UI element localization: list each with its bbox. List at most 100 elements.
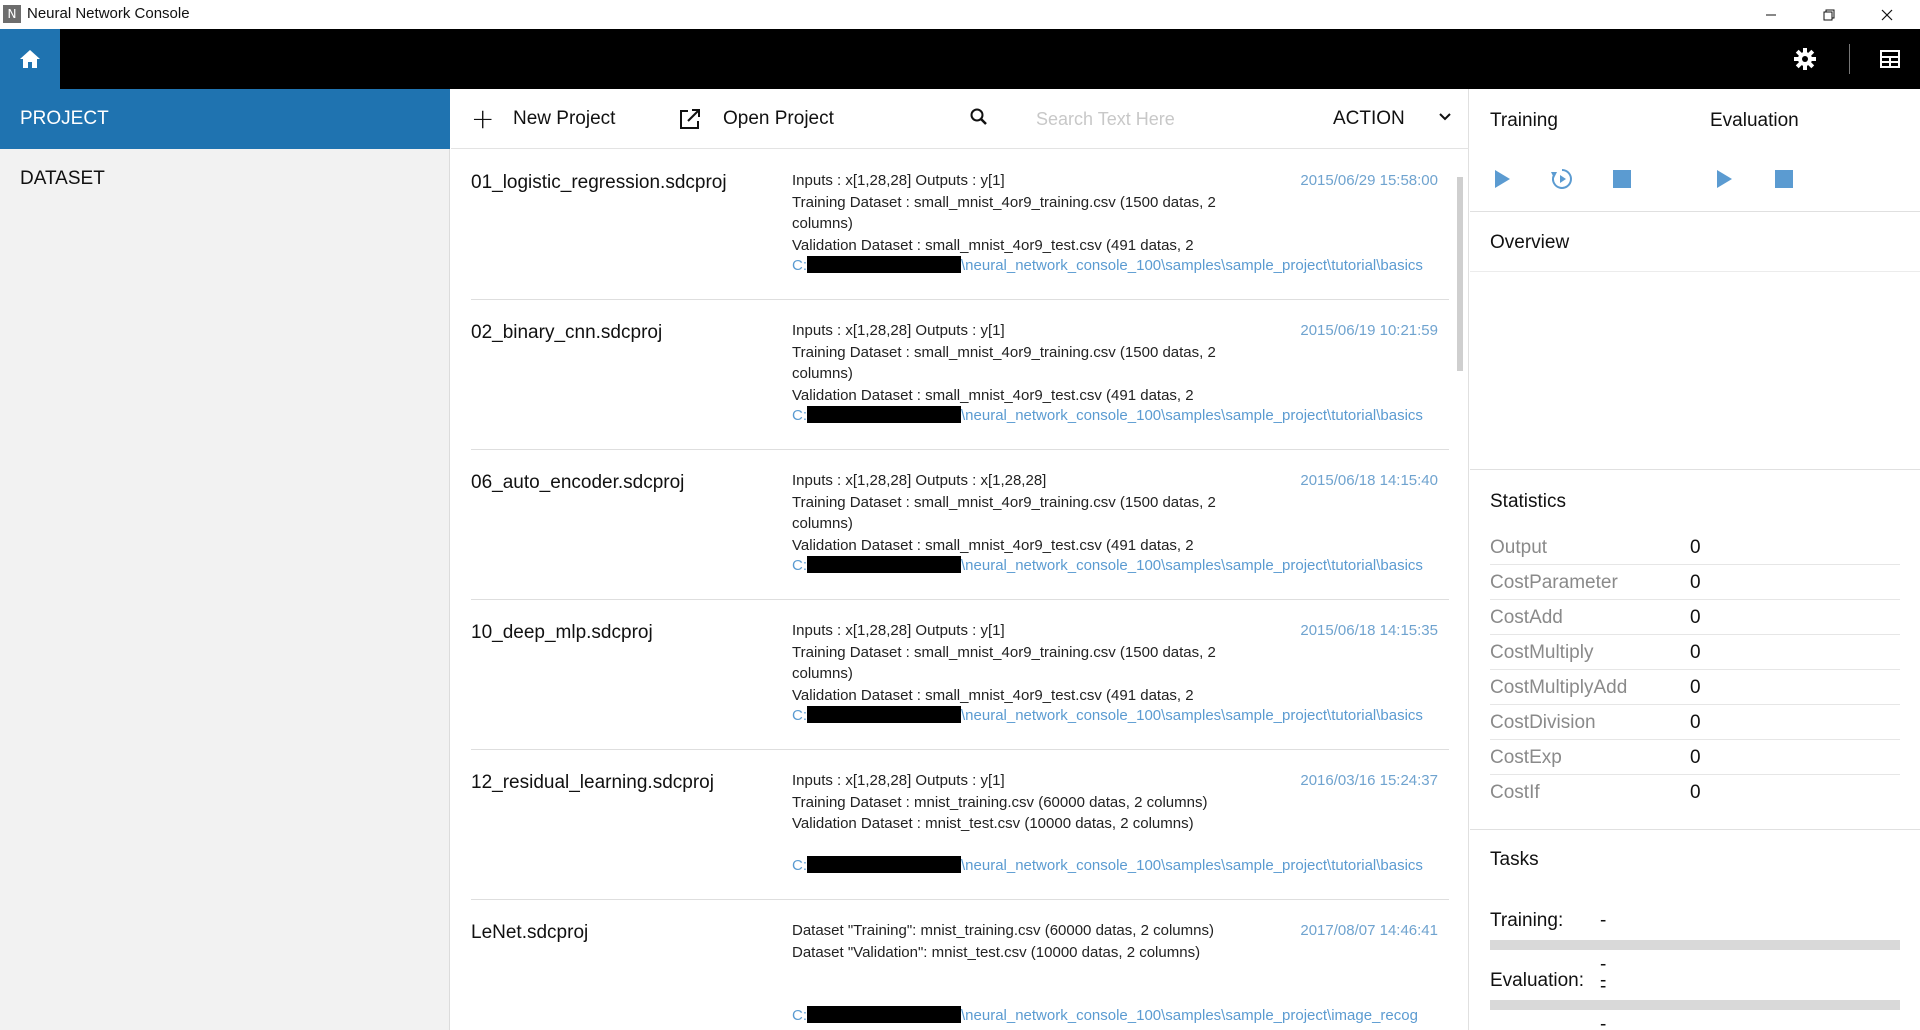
task-training: Training: ---- bbox=[1490, 910, 1606, 997]
stat-value: 0 bbox=[1690, 607, 1701, 628]
task-evaluation: Evaluation: ---- bbox=[1490, 970, 1606, 1030]
evaluation-heading: Evaluation bbox=[1710, 110, 1799, 131]
resume-icon bbox=[1551, 169, 1572, 189]
project-path[interactable]: C: \neural_network_console_100\samples\sa… bbox=[792, 406, 1452, 424]
left-nav: PROJECT DATASET bbox=[0, 89, 450, 1030]
info-line: columns) bbox=[792, 215, 853, 232]
new-project-button[interactable]: + New Project bbox=[471, 103, 615, 135]
project-path[interactable]: C: \neural_network_console_100\samples\sa… bbox=[792, 856, 1452, 874]
project-name[interactable]: 12_residual_learning.sdcproj bbox=[471, 772, 714, 794]
project-row[interactable]: 12_residual_learning.sdcproj Inputs : x[… bbox=[471, 750, 1449, 900]
stat-row-costparameter: CostParameter 0 bbox=[1490, 565, 1900, 600]
path-suffix: \neural_network_console_100\samples\samp… bbox=[961, 707, 1423, 724]
stat-name: CostParameter bbox=[1490, 572, 1618, 593]
info-line: Inputs : x[1,28,28] Outputs : y[1] bbox=[792, 172, 1005, 189]
stat-value: 0 bbox=[1690, 642, 1701, 663]
training-heading: Training bbox=[1490, 110, 1558, 131]
info-line: Inputs : x[1,28,28] Outputs : y[1] bbox=[792, 772, 1005, 789]
redacted-block bbox=[807, 1006, 961, 1023]
redacted-block bbox=[807, 556, 961, 573]
restore-icon bbox=[1823, 9, 1835, 20]
nav-item-project[interactable]: PROJECT bbox=[0, 89, 450, 149]
search-icon[interactable] bbox=[969, 107, 989, 132]
project-path[interactable]: C: \neural_network_console_100\samples\sa… bbox=[792, 1006, 1452, 1024]
info-line: Dataset "Training": mnist_training.csv (… bbox=[792, 922, 1214, 939]
close-button[interactable] bbox=[1862, 0, 1912, 29]
action-label: ACTION bbox=[1333, 108, 1405, 129]
scrollbar[interactable] bbox=[1457, 177, 1463, 371]
open-project-button[interactable]: Open Project bbox=[679, 103, 834, 135]
project-name[interactable]: 01_logistic_regression.sdcproj bbox=[471, 172, 727, 194]
project-path[interactable]: C: \neural_network_console_100\samples\sa… bbox=[792, 556, 1452, 574]
action-dropdown[interactable]: ACTION bbox=[1333, 103, 1458, 135]
info-line: Training Dataset : mnist_training.csv (6… bbox=[792, 793, 1208, 811]
project-info: Inputs : x[1,28,28] Outputs : y[1] Train… bbox=[792, 770, 1242, 835]
layout-icon bbox=[1880, 50, 1900, 68]
home-button[interactable] bbox=[0, 29, 60, 89]
stat-value: 0 bbox=[1690, 712, 1701, 733]
stat-name: CostAdd bbox=[1490, 607, 1563, 628]
search-input[interactable] bbox=[1036, 102, 1296, 136]
path-prefix: C: bbox=[792, 257, 807, 274]
info-line: Validation Dataset : small_mnist_4or9_te… bbox=[792, 386, 1194, 404]
info-line: Validation Dataset : mnist_test.csv (100… bbox=[792, 815, 1194, 832]
project-row[interactable]: 10_deep_mlp.sdcproj Inputs : x[1,28,28] … bbox=[471, 600, 1449, 750]
play-icon bbox=[1717, 170, 1732, 188]
plus-icon: + bbox=[471, 102, 495, 135]
info-line: Validation Dataset : small_mnist_4or9_te… bbox=[792, 686, 1194, 704]
project-path[interactable]: C: \neural_network_console_100\samples\sa… bbox=[792, 256, 1452, 274]
project-date: 2015/06/18 14:15:40 bbox=[1300, 472, 1438, 489]
project-row[interactable]: LeNet.sdcproj Dataset "Training": mnist_… bbox=[471, 900, 1449, 1030]
redacted-block bbox=[807, 406, 961, 423]
evaluation-play-button[interactable] bbox=[1712, 167, 1736, 191]
window-title: Neural Network Console bbox=[27, 5, 190, 22]
path-prefix: C: bbox=[792, 707, 807, 724]
divider bbox=[1470, 271, 1920, 272]
stop-icon bbox=[1775, 170, 1793, 188]
project-date: 2015/06/29 15:58:00 bbox=[1300, 172, 1438, 189]
minimize-icon bbox=[1766, 14, 1776, 15]
training-play-button[interactable] bbox=[1490, 167, 1514, 191]
project-name[interactable]: 06_auto_encoder.sdcproj bbox=[471, 472, 684, 494]
path-suffix: \neural_network_console_100\samples\samp… bbox=[961, 857, 1423, 874]
restore-button[interactable] bbox=[1804, 0, 1854, 29]
evaluation-progress-bar bbox=[1490, 1000, 1900, 1010]
path-prefix: C: bbox=[792, 1007, 807, 1024]
info-line: Training Dataset : small_mnist_4or9_trai… bbox=[792, 643, 1216, 661]
training-stop-button[interactable] bbox=[1610, 167, 1634, 191]
nav-item-dataset[interactable]: DATASET bbox=[0, 149, 450, 209]
project-toolbar: + New Project Open Project ACTION bbox=[451, 89, 1469, 149]
header-separator bbox=[1849, 44, 1850, 74]
project-info: Inputs : x[1,28,28] Outputs : y[1] Train… bbox=[792, 170, 1242, 256]
project-date: 2017/08/07 14:46:41 bbox=[1300, 922, 1438, 939]
project-row[interactable]: 01_logistic_regression.sdcproj Inputs : … bbox=[471, 150, 1449, 300]
training-resume-button[interactable] bbox=[1550, 167, 1574, 191]
stat-name: CostIf bbox=[1490, 782, 1540, 803]
open-project-label: Open Project bbox=[723, 108, 834, 129]
training-progress-bar bbox=[1490, 940, 1900, 950]
info-line: Validation Dataset : small_mnist_4or9_te… bbox=[792, 236, 1194, 254]
path-suffix: \neural_network_console_100\samples\samp… bbox=[961, 1007, 1418, 1024]
overview-heading: Overview bbox=[1490, 232, 1570, 253]
project-info: Inputs : x[1,28,28] Outputs : y[1] Train… bbox=[792, 320, 1242, 406]
stat-row-costdivision: CostDivision 0 bbox=[1490, 705, 1900, 740]
project-row[interactable]: 02_binary_cnn.sdcproj Inputs : x[1,28,28… bbox=[471, 300, 1449, 450]
project-row[interactable]: 06_auto_encoder.sdcproj Inputs : x[1,28,… bbox=[471, 450, 1449, 600]
project-name[interactable]: 10_deep_mlp.sdcproj bbox=[471, 622, 653, 644]
project-list: 01_logistic_regression.sdcproj Inputs : … bbox=[451, 150, 1469, 1030]
project-name[interactable]: LeNet.sdcproj bbox=[471, 922, 588, 944]
settings-button[interactable] bbox=[1790, 44, 1820, 74]
divider bbox=[1470, 829, 1920, 830]
layout-button[interactable] bbox=[1875, 44, 1905, 74]
minimize-button[interactable] bbox=[1746, 0, 1796, 29]
info-line: Validation Dataset : small_mnist_4or9_te… bbox=[792, 536, 1194, 554]
project-name[interactable]: 02_binary_cnn.sdcproj bbox=[471, 322, 662, 344]
evaluation-stop-button[interactable] bbox=[1772, 167, 1796, 191]
path-prefix: C: bbox=[792, 557, 807, 574]
task-evaluation-label: Evaluation: bbox=[1490, 970, 1585, 991]
home-icon bbox=[20, 50, 40, 68]
info-line: Inputs : x[1,28,28] Outputs : x[1,28,28] bbox=[792, 472, 1047, 489]
stat-name: Output bbox=[1490, 537, 1548, 558]
project-path[interactable]: C: \neural_network_console_100\samples\sa… bbox=[792, 706, 1452, 724]
gear-icon bbox=[1794, 48, 1816, 70]
